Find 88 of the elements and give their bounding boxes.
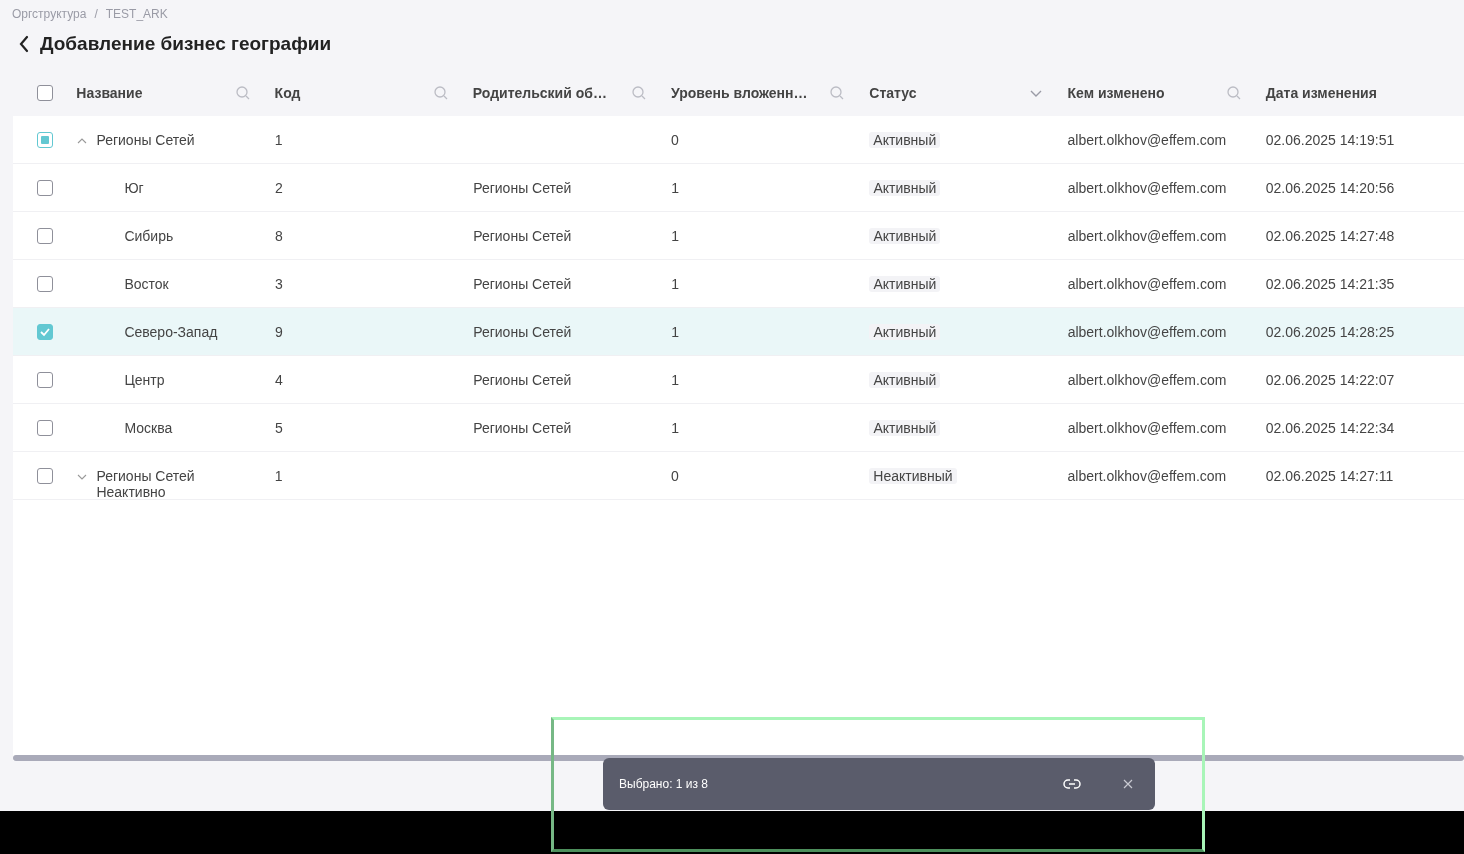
select-all-checkbox[interactable] xyxy=(36,85,53,101)
table-cell: 02.06.2025 14:27:11 xyxy=(1265,468,1394,484)
row-checkbox[interactable] xyxy=(36,180,53,196)
table-cell: 1 xyxy=(671,372,680,388)
table-cell: 1 xyxy=(671,180,680,196)
name-cell: Регионы Сетей xyxy=(96,132,195,148)
table-cell: 1 xyxy=(671,420,680,436)
row-checkbox[interactable] xyxy=(36,132,53,148)
back-chevron-icon[interactable] xyxy=(18,35,30,53)
row-checkbox[interactable] xyxy=(36,276,53,292)
name-cell: Северо-Запад xyxy=(124,324,218,340)
name-cell: Сибирь xyxy=(124,228,174,244)
table-cell: albert.olkhov@effem.com xyxy=(1067,468,1227,484)
table-cell: Регионы Сетей xyxy=(473,420,572,436)
page-title: Добавление бизнес географии xyxy=(40,33,332,55)
name-cell: Москва xyxy=(124,420,173,436)
selection-count: Выбрано: 1 из 8 xyxy=(619,777,710,791)
table-row[interactable]: Сибирь 8 Регионы Сетей 1 Активный albert.olkhov@effem.com 02.06.2025 14:27:48 xyxy=(13,212,1464,260)
search-icon[interactable] xyxy=(829,85,846,101)
table-cell: albert.olkhov@effem.com xyxy=(1067,132,1227,148)
table-cell: albert.olkhov@effem.com xyxy=(1067,324,1227,340)
row-checkbox[interactable] xyxy=(36,468,53,484)
table-cell: albert.olkhov@effem.com xyxy=(1067,372,1227,388)
table-cell: 02.06.2025 14:22:07 xyxy=(1265,372,1395,388)
row-checkbox[interactable] xyxy=(36,324,53,340)
table-cell: 1 xyxy=(671,228,680,244)
table-cell: 02.06.2025 14:20:56 xyxy=(1265,180,1395,196)
row-checkbox[interactable] xyxy=(36,372,53,388)
table-row[interactable]: Центр 4 Регионы Сетей 1 Активный albert.olkhov@effem.com 02.06.2025 14:22:07 xyxy=(13,356,1464,404)
table-cell: 1 xyxy=(274,468,283,484)
row-checkbox[interactable] xyxy=(36,228,53,244)
column-header: Уровень вложенн… xyxy=(671,85,808,101)
status-tag: Активный xyxy=(869,180,941,196)
table-cell: 1 xyxy=(671,324,680,340)
table-cell: 1 xyxy=(274,132,283,148)
status-tag: Активный xyxy=(869,132,941,148)
search-icon[interactable] xyxy=(234,85,251,101)
table-cell: Регионы Сетей xyxy=(473,180,572,196)
search-icon[interactable] xyxy=(631,85,648,101)
table-cell: Регионы Сетей xyxy=(473,228,572,244)
table-row[interactable]: Северо-Запад 9 Регионы Сетей 1 Активный albert.olkhov@effem.com 02.06.2025 14:28:25 xyxy=(13,308,1464,356)
status-tag: Активный xyxy=(869,324,941,340)
name-cell: Юг xyxy=(124,180,144,196)
column-header: Статус xyxy=(869,85,917,101)
table-cell: 5 xyxy=(275,420,283,436)
table-cell: Регионы Сетей xyxy=(473,324,572,340)
name-cell-text: Регионы Сетей Неактивно xyxy=(96,468,196,500)
table-row[interactable]: Регионы Сетей 1 0 Активный albert.olkhov@effem.com 02.06.2025 14:19:51 xyxy=(13,116,1464,164)
table-cell: Регионы Сетей xyxy=(473,276,572,292)
table-cell: Регионы Сетей xyxy=(473,372,572,388)
column-header: Название xyxy=(76,85,143,101)
table-cell: 1 xyxy=(671,276,680,292)
column-header: Код xyxy=(274,85,301,101)
table-cell: 0 xyxy=(671,468,679,484)
table-cell: 02.06.2025 14:19:51 xyxy=(1265,132,1395,148)
table-cell: 02.06.2025 14:21:35 xyxy=(1265,276,1395,292)
status-tag: Активный xyxy=(869,372,941,388)
table-row[interactable]: Юг 2 Регионы Сетей 1 Активный albert.olkhov@effem.com 02.06.2025 14:20:56 xyxy=(13,164,1464,212)
table-cell: albert.olkhov@effem.com xyxy=(1067,180,1227,196)
breadcrumb-separator: / xyxy=(94,7,98,21)
status-tag: Неактивный xyxy=(869,468,957,484)
table-cell: 3 xyxy=(275,276,283,292)
table-cell: albert.olkhov@effem.com xyxy=(1067,420,1227,436)
name-cell: Центр xyxy=(124,372,165,388)
row-checkbox[interactable] xyxy=(36,420,53,436)
table-cell: 0 xyxy=(671,132,679,148)
table-cell: albert.olkhov@effem.com xyxy=(1067,228,1227,244)
search-icon[interactable] xyxy=(432,85,449,101)
column-header: Кем изменено xyxy=(1067,85,1165,101)
name-cell: Восток xyxy=(124,276,169,292)
table-cell: 9 xyxy=(275,324,283,340)
column-header: Дата изменения xyxy=(1265,85,1377,101)
status-tag: Активный xyxy=(869,228,941,244)
table-row[interactable]: Москва 5 Регионы Сетей 1 Активный albert.olkhov@effem.com 02.06.2025 14:22:34 xyxy=(13,404,1464,452)
column-header: Родительский об… xyxy=(472,85,607,101)
link-icon[interactable] xyxy=(1063,778,1081,790)
table-cell: 2 xyxy=(275,180,283,196)
table-cell: 8 xyxy=(275,228,283,244)
search-icon[interactable] xyxy=(1225,85,1242,101)
table-cell: 02.06.2025 14:22:34 xyxy=(1265,420,1395,436)
table-cell: 02.06.2025 14:28:25 xyxy=(1265,324,1395,340)
table-cell: albert.olkhov@effem.com xyxy=(1067,276,1227,292)
status-tag: Активный xyxy=(869,420,941,436)
table-cell: 02.06.2025 14:27:48 xyxy=(1265,228,1395,244)
table-row[interactable]: Регионы Сетей Неактивно 1 0 Неактивный albert.olkhov@effem.com 02.06.2025 14:27:11 xyxy=(13,452,1464,500)
close-icon[interactable] xyxy=(1123,779,1133,789)
status-tag: Активный xyxy=(869,276,941,292)
table-cell: 4 xyxy=(275,372,283,388)
